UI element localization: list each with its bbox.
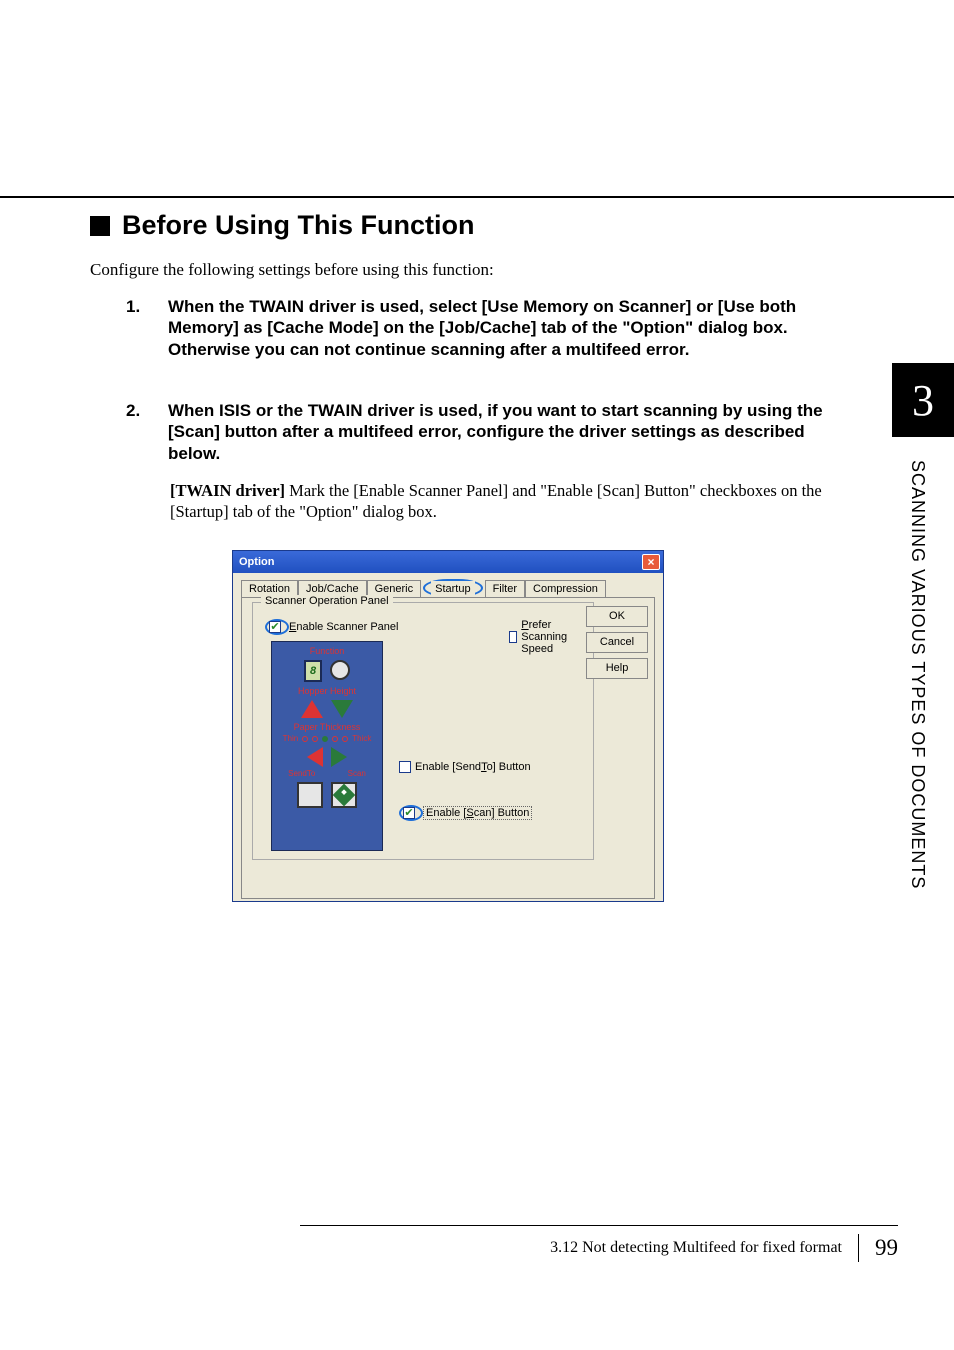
enable-scan-row: Enable [Scan] Button	[399, 805, 532, 821]
footer-separator	[858, 1234, 859, 1262]
footer-page-number: 99	[875, 1235, 898, 1261]
thickness-left-icon	[307, 747, 323, 767]
hopper-up-icon	[301, 700, 323, 718]
top-rule	[0, 196, 954, 198]
step-2-text: When ISIS or the TWAIN driver is used, i…	[168, 400, 828, 464]
enable-panel-highlight-icon	[265, 619, 289, 635]
enable-sendto-label: Enable [SendTo] Button	[415, 761, 531, 773]
help-button[interactable]: Help	[586, 658, 648, 679]
page-footer: 3.12 Not detecting Multifeed for fixed f…	[0, 1225, 954, 1262]
hopper-down-icon	[331, 700, 353, 718]
thin-label: Thin	[283, 734, 299, 743]
tab-startup-highlight: Startup	[423, 579, 482, 597]
chapter-tab: 3	[892, 363, 954, 437]
panel-function-label: Function	[272, 646, 382, 656]
dialog-titlebar: Option ×	[233, 551, 663, 573]
ok-button[interactable]: OK	[586, 606, 648, 627]
panel-sendto-button-icon	[297, 782, 323, 808]
twain-driver-paragraph: [TWAIN driver] Mark the [Enable Scanner …	[170, 481, 850, 522]
section-heading: Before Using This Function	[90, 210, 475, 241]
heading-bullet-icon	[90, 216, 110, 236]
thickness-dots: Thin Thick	[272, 734, 382, 743]
enable-sendto-checkbox[interactable]	[399, 761, 411, 773]
footer-rule	[300, 1225, 898, 1226]
cancel-button[interactable]: Cancel	[586, 632, 648, 653]
footer-section: 3.12 Not detecting Multifeed for fixed f…	[550, 1239, 842, 1257]
enable-scanner-panel-checkbox[interactable]	[269, 621, 281, 633]
twain-driver-label: [TWAIN driver]	[170, 481, 285, 500]
step-1-text: When the TWAIN driver is used, select [U…	[168, 296, 828, 360]
panel-paper-label: Paper Thickness	[272, 722, 382, 732]
option-dialog: Option × Rotation Job/Cache Generic Star…	[232, 550, 664, 902]
chapter-title-vertical: SCANNING VARIOUS TYPES OF DOCUMENTS	[907, 460, 928, 889]
scanner-operation-panel-fieldset: Scanner Operation Panel Enable Scanner P…	[252, 602, 594, 860]
dialog-tabs: Rotation Job/Cache Generic Startup Filte…	[233, 573, 663, 597]
step-1-number: 1.	[126, 296, 140, 317]
thick-label: Thick	[352, 734, 371, 743]
enable-scan-label: Enable [Scan] Button	[423, 806, 532, 820]
dialog-title: Option	[239, 556, 274, 568]
prefer-scanning-speed-row: Prefer Scanning Speed	[509, 619, 593, 655]
enable-scan-checkbox[interactable]	[403, 807, 415, 819]
panel-sendto-label: SendTo	[288, 769, 315, 778]
step-2: 2. When ISIS or the TWAIN driver is used…	[128, 400, 828, 464]
tab-startup[interactable]: Startup	[431, 581, 474, 597]
panel-scan-label: Scan	[348, 769, 366, 778]
panel-scan-button-icon	[331, 782, 357, 808]
enable-sendto-row: Enable [SendTo] Button	[399, 761, 531, 773]
panel-hopper-label: Hopper Height	[272, 686, 382, 696]
panel-led-digit: 8	[304, 660, 322, 682]
fieldset-legend: Scanner Operation Panel	[261, 595, 393, 607]
enable-scanner-panel-row: Enable Scanner Panel	[265, 619, 398, 635]
panel-knob-icon	[330, 660, 350, 680]
section-heading-text: Before Using This Function	[122, 210, 475, 241]
tab-filter[interactable]: Filter	[485, 580, 525, 598]
thickness-right-icon	[331, 747, 347, 767]
dialog-body: Scanner Operation Panel Enable Scanner P…	[241, 597, 655, 899]
chapter-number: 3	[912, 375, 934, 426]
tab-compression[interactable]: Compression	[525, 580, 606, 598]
step-1: 1. When the TWAIN driver is used, select…	[128, 296, 828, 360]
intro-text: Configure the following settings before …	[90, 260, 494, 280]
enable-scanner-panel-label: Enable Scanner Panel	[289, 621, 398, 633]
prefer-scanning-speed-label: Prefer Scanning Speed	[521, 619, 593, 655]
close-icon[interactable]: ×	[642, 554, 660, 570]
prefer-scanning-speed-checkbox[interactable]	[509, 631, 517, 643]
enable-scan-highlight-icon	[399, 805, 423, 821]
step-2-number: 2.	[126, 400, 140, 421]
scanner-panel-graphic: Function 8 Hopper Height Paper Thickness…	[271, 641, 383, 851]
